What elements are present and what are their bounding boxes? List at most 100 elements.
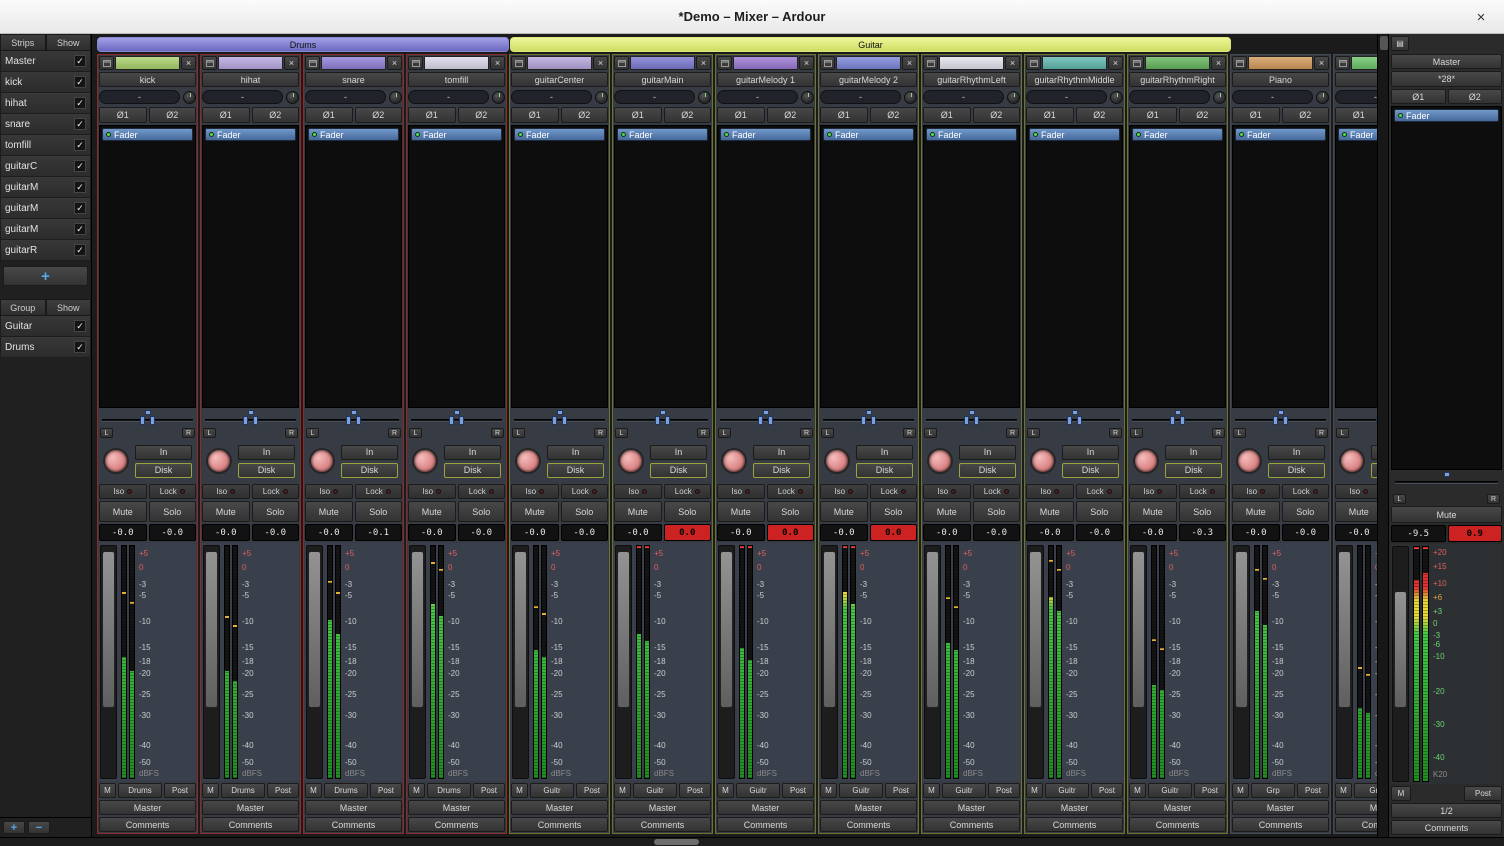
monitor-disk-button[interactable]: Disk [547,463,604,478]
processor-box[interactable]: Fader [820,125,917,408]
vertical-scrollbar-handle[interactable] [1380,36,1388,50]
monitor-input-button[interactable]: In [238,445,295,460]
trim-display[interactable]: - [511,90,592,104]
trim-display[interactable]: - [923,90,1004,104]
monitor-disk-button[interactable]: Disk [650,463,707,478]
fader-processor-entry[interactable]: Fader [823,128,914,141]
pan-position-marker[interactable] [454,410,460,415]
processor-active-led-icon[interactable] [106,132,111,137]
phase-1-button[interactable]: Ø1 [717,107,765,123]
gain-display[interactable]: -0.0 [1129,524,1177,541]
strip-name-button[interactable]: tomfill [408,72,505,87]
pan-right-marker[interactable] [1283,416,1288,425]
strip-list-item[interactable]: guitarR✓ [0,240,91,261]
peak-display[interactable]: -0.3 [1179,524,1227,541]
fader-handle[interactable] [411,551,424,709]
meter-bar-left[interactable] [327,545,333,779]
pan-track[interactable] [926,419,1017,422]
meter-point-button[interactable]: Post [1194,783,1226,798]
monitor-input-button[interactable]: In [1268,445,1325,460]
group-button[interactable]: Drums [324,783,368,798]
vertical-scrollbar[interactable] [1377,34,1389,837]
monitor-disk-button[interactable]: Disk [1268,463,1325,478]
gain-fader[interactable] [1027,545,1044,779]
group-button[interactable]: Drums [221,783,265,798]
solo-lock-button[interactable]: Lock [458,484,506,499]
mute-button[interactable]: Mute [820,501,868,522]
strip-name-button[interactable]: guitarMain [614,72,711,87]
solo-button[interactable]: Solo [1179,501,1227,522]
trim-knob[interactable] [801,91,814,104]
mute-button[interactable]: Mute [1129,501,1177,522]
trim-display[interactable]: - [99,90,180,104]
phase-1-button[interactable]: Ø1 [511,107,559,123]
solo-lock-button[interactable]: Lock [973,484,1021,499]
pan-position-marker[interactable] [763,410,769,415]
pan-left-marker[interactable] [1170,416,1175,425]
level-meter[interactable] [1254,545,1268,779]
solo-button[interactable]: Solo [973,501,1021,522]
fader-handle[interactable] [102,551,115,709]
master-meter-point-button[interactable]: Post [1464,786,1502,801]
fader-handle[interactable] [514,551,527,709]
mono-button[interactable]: M [1335,783,1352,798]
pan-position-marker[interactable] [145,410,151,415]
solo-button[interactable]: Solo [149,501,197,522]
fader-handle[interactable] [1338,551,1351,709]
gain-fader[interactable] [615,545,632,779]
solo-lock-button[interactable]: Lock [355,484,403,499]
strip-width-button[interactable] [99,56,114,70]
master-phase-2-button[interactable]: Ø2 [1448,89,1503,104]
meter-bar-right[interactable] [335,545,341,779]
pan-widget[interactable]: L R [306,410,401,438]
pan-right-marker[interactable] [459,416,464,425]
pan-left-marker[interactable] [140,416,145,425]
gain-fader[interactable] [409,545,426,779]
group-button[interactable]: Grp [1251,783,1295,798]
mute-button[interactable]: Mute [511,501,559,522]
pan-left-marker[interactable] [964,416,969,425]
comments-button[interactable]: Comments [923,817,1020,832]
level-meter[interactable] [636,545,650,779]
processor-box[interactable]: Fader [1026,125,1123,408]
pan-widget[interactable]: L R [718,410,813,438]
meter-point-button[interactable]: Post [1091,783,1123,798]
level-meter[interactable] [121,545,135,779]
output-routing-button[interactable]: Master [1026,800,1123,815]
comments-button[interactable]: Comments [202,817,299,832]
phase-1-button[interactable]: Ø1 [614,107,662,123]
fader-handle[interactable] [617,551,630,709]
solo-isolate-button[interactable]: Iso [99,484,147,499]
record-arm-button[interactable] [927,448,953,474]
master-gain-fader[interactable] [1392,546,1409,782]
comments-button[interactable]: Comments [1335,817,1377,832]
meter-point-button[interactable]: Post [164,783,196,798]
strip-list-item[interactable]: guitarM✓ [0,177,91,198]
phase-2-button[interactable]: Ø2 [767,107,815,123]
group-button[interactable]: Guitr [736,783,780,798]
solo-isolate-button[interactable]: Iso [202,484,250,499]
solo-button[interactable]: Solo [664,501,712,522]
solo-button[interactable]: Solo [870,501,918,522]
add-track-button[interactable]: + [3,266,88,286]
group-button[interactable]: Guitr [633,783,677,798]
pan-track[interactable] [1132,419,1223,422]
master-output-button[interactable]: 1/2 [1391,803,1502,818]
comments-button[interactable]: Comments [1129,817,1226,832]
peak-display[interactable]: 0.0 [664,524,712,541]
strip-color-bar[interactable] [527,56,592,70]
trim-knob[interactable] [286,91,299,104]
trim-knob[interactable] [698,91,711,104]
peak-display[interactable]: 0.0 [767,524,815,541]
record-arm-button[interactable] [1133,448,1159,474]
group-button[interactable]: Grp [1354,783,1377,798]
fader-handle[interactable] [1394,591,1407,708]
fader-processor-entry[interactable]: Fader [1338,128,1377,141]
meter-bar-left[interactable] [945,545,951,779]
strip-name-button[interactable]: snare [305,72,402,87]
monitor-input-button[interactable]: In [856,445,913,460]
strip-hide-button[interactable]: × [284,56,299,70]
meter-point-button[interactable]: Post [576,783,608,798]
gain-display[interactable]: -0.0 [923,524,971,541]
meter-bar-right[interactable] [232,545,238,779]
